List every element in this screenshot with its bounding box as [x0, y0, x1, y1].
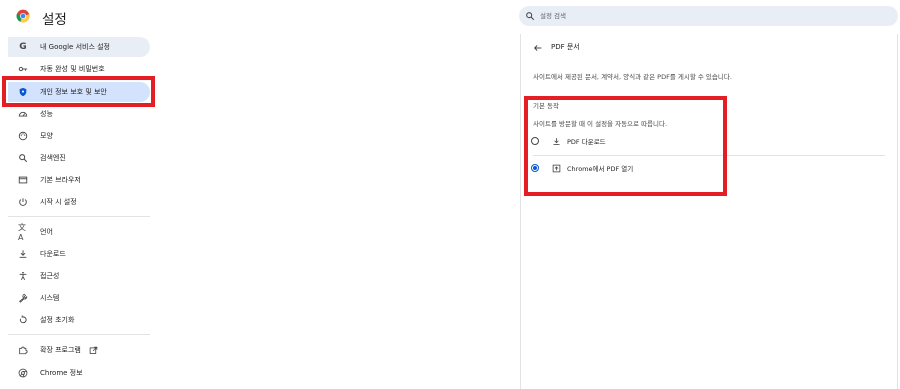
sidebar-item-accessibility[interactable]: 접근성: [8, 266, 150, 286]
sidebar-item-extensions[interactable]: 확장 프로그램: [8, 340, 150, 360]
chrome-logo-icon: [16, 9, 30, 23]
sidebar-item-appearance[interactable]: 모양: [8, 126, 150, 146]
panel-title: PDF 문서: [551, 43, 580, 51]
download-icon: [553, 137, 560, 145]
puzzle-icon: [18, 345, 28, 355]
section-subtitle: 사이트를 방문할 때 이 설정을 자동으로 따릅니다.: [533, 120, 668, 128]
browser-window-icon: [18, 175, 28, 185]
sidebar-item-about-chrome[interactable]: Chrome 정보: [8, 363, 150, 383]
external-link-icon: [89, 346, 98, 354]
panel-description: 사이트에서 제공된 문서, 계약서, 양식과 같은 PDF를 게시할 수 있습니…: [533, 73, 732, 81]
power-icon: [18, 197, 28, 207]
radio-option-download-pdf[interactable]: PDF 다운로드: [531, 131, 887, 151]
palette-icon: [18, 131, 28, 141]
radio-option-open-in-chrome[interactable]: Chrome에서 PDF 열기: [531, 158, 887, 178]
sidebar-item-performance[interactable]: 성능: [8, 104, 150, 124]
sidebar-item-search-engine[interactable]: 검색엔진: [8, 148, 150, 168]
section-heading: 기본 동작: [533, 102, 559, 110]
speedometer-icon: [18, 109, 28, 119]
google-g-icon: G: [19, 42, 27, 52]
sidebar-item-on-startup[interactable]: 시작 시 설정: [8, 192, 150, 212]
reset-icon: [18, 315, 28, 325]
radio-button[interactable]: [531, 137, 539, 145]
chrome-icon: [18, 368, 28, 378]
accessibility-icon: [18, 271, 28, 281]
sidebar-item-reset-settings[interactable]: 설정 초기화: [8, 310, 150, 330]
sidebar-item-languages[interactable]: 文A 언어: [8, 222, 150, 242]
pdf-settings-panel: PDF 문서 사이트에서 제공된 문서, 계약서, 양식과 같은 PDF를 게시…: [520, 34, 898, 389]
sidebar-item-system[interactable]: 시스템: [8, 288, 150, 308]
download-icon: [18, 249, 28, 259]
page-title: 설정: [42, 12, 67, 28]
header: 설정: [0, 0, 900, 34]
key-icon: [18, 64, 28, 74]
sidebar: G 내 Google 서비스 설정 자동 완성 및 비밀번호 개인 정보 보호 …: [0, 34, 152, 389]
sidebar-divider: [8, 216, 150, 217]
sidebar-item-google-services[interactable]: G 내 Google 서비스 설정: [8, 37, 150, 57]
shield-icon: [18, 87, 28, 97]
search-box[interactable]: [519, 6, 898, 26]
search-icon: [526, 12, 535, 21]
option-divider: [533, 155, 885, 156]
back-arrow-icon[interactable]: [533, 43, 543, 53]
search-input[interactable]: [540, 12, 840, 20]
open-in-icon: [552, 164, 561, 172]
translate-icon: 文A: [18, 223, 26, 242]
sidebar-item-downloads[interactable]: 다운로드: [8, 244, 150, 264]
sidebar-divider: [8, 334, 150, 335]
wrench-icon: [18, 293, 28, 303]
radio-button-checked[interactable]: [531, 164, 539, 172]
sidebar-item-privacy-security[interactable]: 개인 정보 보호 및 보안: [8, 82, 150, 102]
sidebar-item-default-browser[interactable]: 기본 브라우저: [8, 170, 150, 190]
search-icon: [18, 153, 28, 163]
sidebar-item-autofill[interactable]: 자동 완성 및 비밀번호: [8, 59, 150, 79]
